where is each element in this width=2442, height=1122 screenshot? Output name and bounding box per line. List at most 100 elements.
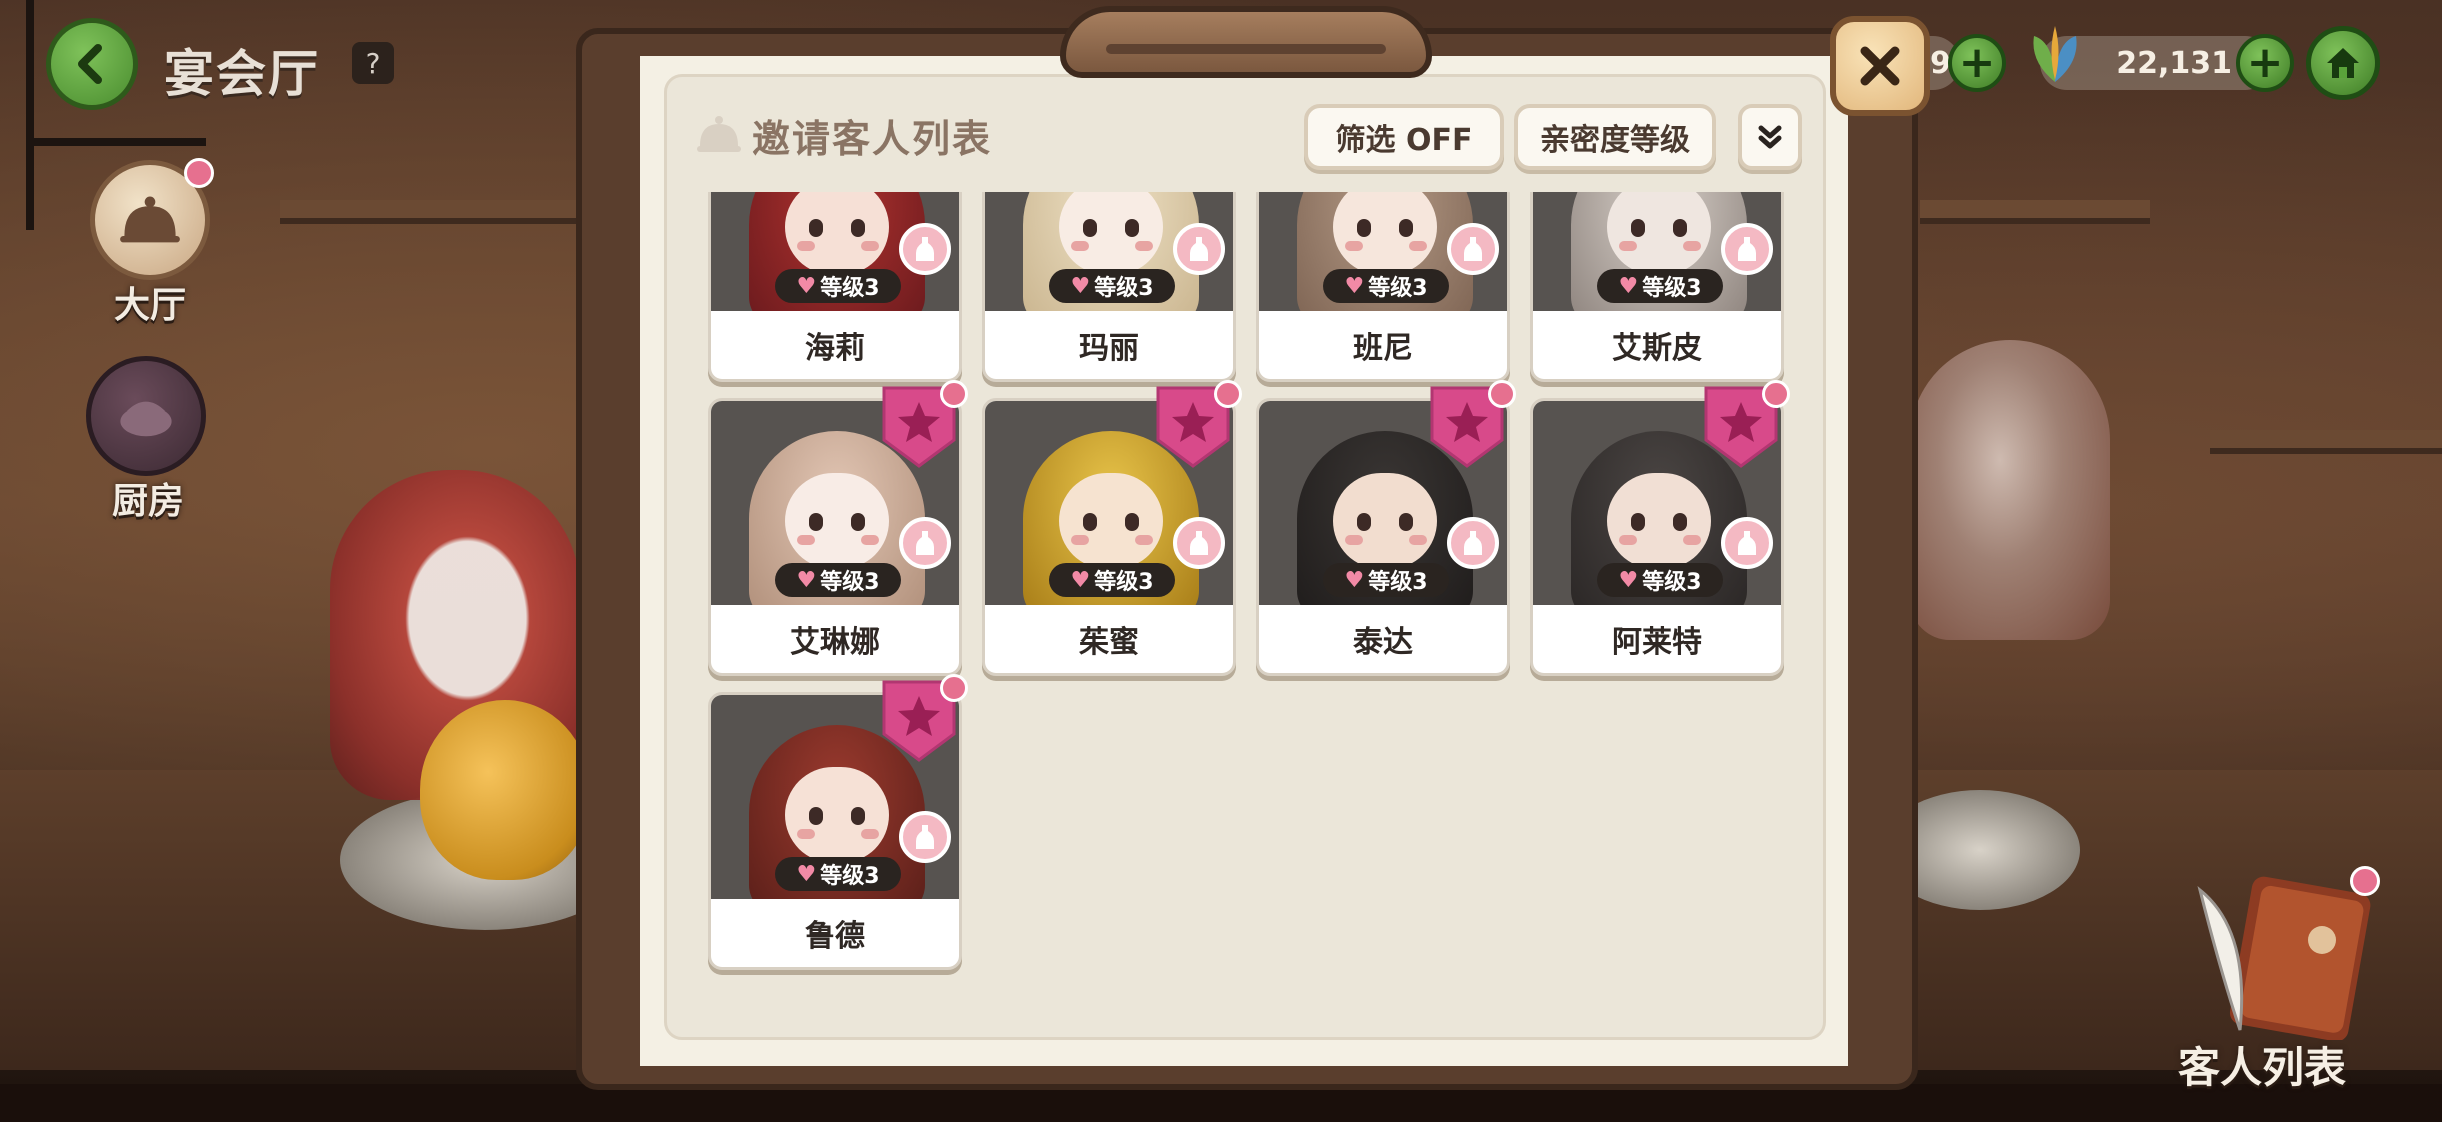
affection-level-text: 等级3 bbox=[1094, 276, 1154, 301]
guest-face bbox=[1333, 473, 1437, 569]
bottle-icon bbox=[1464, 237, 1482, 261]
guest-eye bbox=[1631, 513, 1645, 531]
filter-button[interactable]: 筛选 OFF bbox=[1304, 104, 1504, 170]
affection-level-badge: ♥ 等级3 bbox=[1597, 563, 1723, 597]
guest-blush bbox=[797, 535, 815, 545]
back-button[interactable] bbox=[46, 18, 138, 110]
guest-card[interactable]: ♥ 等级3 艾斯皮 bbox=[1530, 192, 1784, 382]
gift-button[interactable] bbox=[1447, 517, 1499, 569]
guest-face bbox=[785, 473, 889, 569]
affection-level-badge: ♥ 等级3 bbox=[775, 269, 901, 303]
guest-card[interactable]: ♥ 等级3 海莉 bbox=[708, 192, 962, 382]
affection-level-badge: ♥ 等级3 bbox=[1049, 269, 1175, 303]
heart-icon: ♥ bbox=[1618, 273, 1639, 299]
notification-flower-icon bbox=[2350, 866, 2380, 896]
guest-name: 班尼 bbox=[1353, 331, 1413, 366]
favorite-badge bbox=[880, 674, 968, 762]
affection-level-text: 等级3 bbox=[1642, 570, 1702, 595]
modal-title: 邀请客人列表 bbox=[752, 117, 993, 161]
guest-name: 泰达 bbox=[1353, 625, 1413, 660]
clipboard-clip bbox=[1060, 6, 1432, 78]
guest-blush bbox=[861, 241, 879, 251]
guest-blush bbox=[1619, 535, 1637, 545]
guest-list-label[interactable]: 客人列表 bbox=[2178, 1034, 2346, 1095]
affection-level-badge: ♥ 等级3 bbox=[775, 563, 901, 597]
guest-blush bbox=[1409, 241, 1427, 251]
guest-name: 艾斯皮 bbox=[1612, 331, 1702, 366]
guest-sprite-right bbox=[1910, 340, 2110, 640]
notification-flower-icon bbox=[940, 380, 968, 408]
nav-kitchen-button[interactable] bbox=[86, 356, 206, 476]
guest-eye bbox=[1357, 513, 1371, 531]
notification-flower-icon bbox=[184, 158, 214, 188]
affection-level-text: 等级3 bbox=[1094, 570, 1154, 595]
guest-face bbox=[1059, 473, 1163, 569]
gift-button[interactable] bbox=[899, 223, 951, 275]
guest-name: 玛丽 bbox=[1079, 331, 1139, 366]
close-button[interactable] bbox=[1830, 16, 1930, 116]
heart-icon: ♥ bbox=[796, 861, 817, 887]
notification-flower-icon bbox=[1762, 380, 1790, 408]
bottle-icon bbox=[1738, 531, 1756, 555]
gift-button[interactable] bbox=[1721, 223, 1773, 275]
gift-button[interactable] bbox=[1173, 223, 1225, 275]
guest-eye bbox=[809, 219, 823, 237]
bottle-icon bbox=[916, 825, 934, 849]
affection-level-text: 等级3 bbox=[820, 864, 880, 889]
double-chevron-down-icon bbox=[1758, 125, 1782, 149]
guest-blush bbox=[1683, 241, 1701, 251]
guest-eye bbox=[1083, 513, 1097, 531]
gift-button[interactable] bbox=[899, 811, 951, 863]
affection-level-badge: ♥ 等级3 bbox=[1597, 269, 1723, 303]
guest-name: 海莉 bbox=[805, 331, 865, 366]
guest-name: 茱蜜 bbox=[1079, 625, 1139, 660]
guest-eye bbox=[809, 513, 823, 531]
hanging-rod bbox=[26, 0, 34, 230]
bottle-icon bbox=[1190, 531, 1208, 555]
nav-hall-label: 大厅 bbox=[114, 285, 187, 326]
guest-grid[interactable]: ♥ 等级3 海莉 ♥ 等级3 玛丽 ♥ 等级3 班尼 ♥ 等级3 艾斯皮 ♥ 等级3 艾琳娜 ♥ 等级3 茱蜜 ♥ 等… bbox=[696, 192, 1806, 1022]
guest-blush bbox=[1409, 535, 1427, 545]
add-leaf-button[interactable]: + bbox=[2236, 34, 2294, 92]
book-quill-icon[interactable] bbox=[2180, 870, 2380, 1040]
page-title: 宴会厅 bbox=[164, 45, 320, 103]
guest-eye bbox=[1125, 219, 1139, 237]
guest-eye bbox=[1631, 219, 1645, 237]
guest-eye bbox=[1083, 219, 1097, 237]
gift-button[interactable] bbox=[899, 517, 951, 569]
affection-level-text: 等级3 bbox=[1368, 570, 1428, 595]
guest-card[interactable]: ♥ 等级3 班尼 bbox=[1256, 192, 1510, 382]
guest-face bbox=[785, 767, 889, 863]
cloche-icon bbox=[697, 116, 741, 152]
bottle-icon bbox=[1190, 237, 1208, 261]
guest-eye bbox=[851, 513, 865, 531]
guest-face bbox=[1607, 473, 1711, 569]
heart-icon: ♥ bbox=[1344, 273, 1365, 299]
guest-blush bbox=[1345, 241, 1363, 251]
help-icon[interactable]: ? bbox=[352, 42, 394, 84]
guest-name: 阿莱特 bbox=[1612, 625, 1702, 660]
guest-eye bbox=[851, 219, 865, 237]
home-icon bbox=[2327, 48, 2359, 78]
guest-card[interactable]: ♥ 等级3 玛丽 bbox=[982, 192, 1236, 382]
chevron-left-icon bbox=[78, 44, 102, 84]
notification-flower-icon bbox=[1214, 380, 1242, 408]
guest-eye bbox=[1125, 513, 1139, 531]
guest-blush bbox=[1135, 241, 1153, 251]
close-icon bbox=[1860, 46, 1900, 86]
guest-eye bbox=[851, 807, 865, 825]
guest-name: 艾琳娜 bbox=[790, 625, 880, 660]
expand-button[interactable] bbox=[1738, 104, 1802, 170]
heart-icon: ♥ bbox=[796, 567, 817, 593]
guest-eye bbox=[1357, 219, 1371, 237]
affection-level-badge: ♥ 等级3 bbox=[1323, 269, 1449, 303]
hanging-arm bbox=[26, 138, 206, 146]
shelf bbox=[1920, 200, 2150, 224]
gift-button[interactable] bbox=[1447, 223, 1499, 275]
gift-button[interactable] bbox=[1173, 517, 1225, 569]
cloche-icon bbox=[120, 196, 180, 243]
sort-button[interactable]: 亲密度等级 bbox=[1514, 104, 1716, 170]
add-coin-button[interactable]: + bbox=[1948, 34, 2006, 92]
home-button[interactable] bbox=[2306, 26, 2380, 100]
gift-button[interactable] bbox=[1721, 517, 1773, 569]
